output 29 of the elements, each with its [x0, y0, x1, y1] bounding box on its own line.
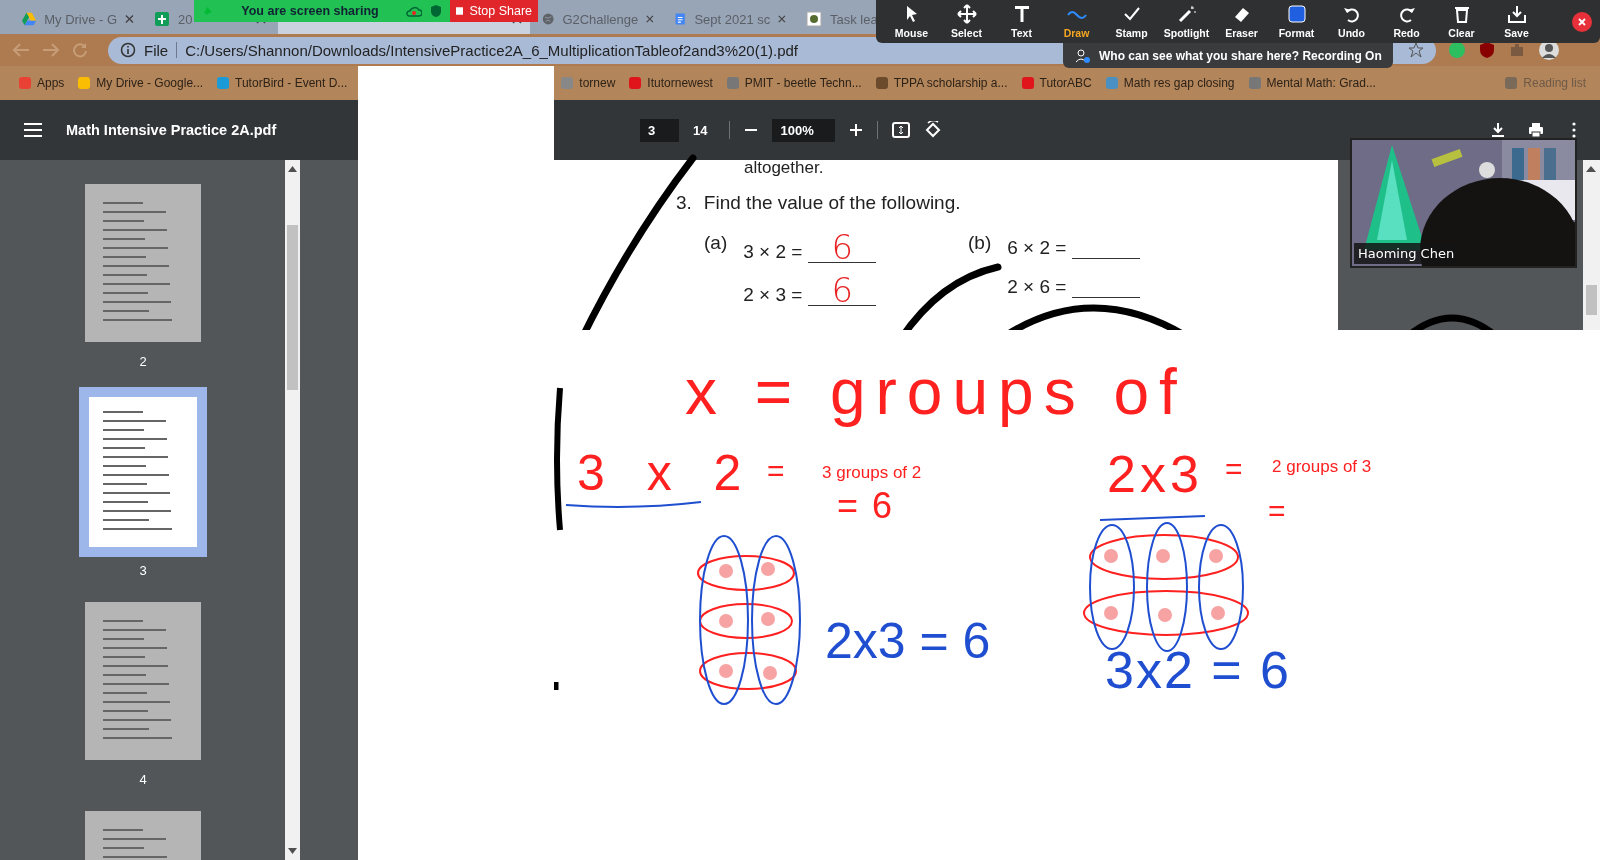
- handwritten-note: =: [1268, 496, 1286, 526]
- sharing-status: You are screen sharing: [240, 4, 380, 18]
- body-text: altogether.: [744, 158, 824, 178]
- page-number: 2: [139, 354, 147, 369]
- handwritten-note: = 6: [837, 488, 895, 524]
- url-scheme: File: [144, 41, 169, 59]
- question-text: Find the value of the following.: [703, 192, 961, 214]
- equation: 6 × 2 =: [1007, 237, 1067, 259]
- equation: 2 × 6 =: [1007, 276, 1067, 298]
- handwritten-note: 2x3 = 6: [825, 616, 991, 666]
- handwritten-note: 2x3: [1107, 448, 1203, 500]
- question-number: 3.: [676, 192, 692, 214]
- handwritten-note: 3x2 = 6: [1105, 644, 1292, 696]
- handwritten-note: 3 groups of 2: [822, 464, 922, 481]
- handwritten-note: =: [767, 456, 785, 486]
- page-number: 4: [139, 772, 147, 787]
- handwritten-note: 2 groups of 3: [1272, 458, 1372, 475]
- part-label: (b): [968, 232, 992, 255]
- part-label: (a): [704, 232, 728, 255]
- handwritten-answer: 6: [808, 275, 877, 306]
- document-title: Math Intensive Practice 2A.pdf: [66, 122, 277, 138]
- handwritten-note: =: [1225, 454, 1243, 484]
- equation: 3 × 2 =: [743, 241, 803, 263]
- page-number: 3: [139, 563, 147, 578]
- handwritten-note: 3 x 2: [577, 448, 756, 498]
- handwritten-answer: 6: [808, 232, 877, 263]
- equation: 2 × 3 =: [743, 284, 803, 306]
- url-text: C:/Users/Shannon/Downloads/IntensivePractice2A_6_MultiplicationTableof2and3%20(1).pdf: [185, 41, 799, 59]
- page-count: 14: [693, 122, 708, 138]
